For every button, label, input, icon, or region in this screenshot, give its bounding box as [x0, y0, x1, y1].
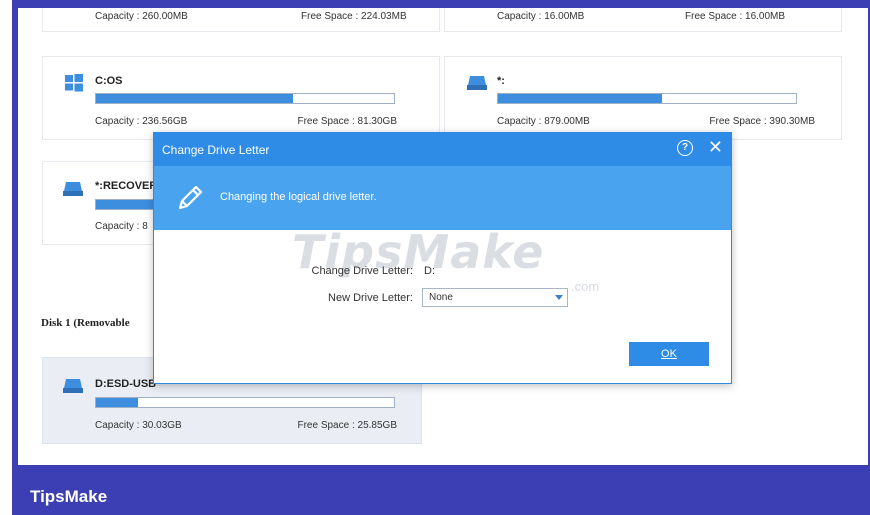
scroll-grip-icon[interactable]: ⋯: [562, 461, 571, 465]
help-icon[interactable]: ?: [677, 140, 693, 156]
partition-card-top-right[interactable]: Capacity : 16.00MB Free Space : 16.00MB: [444, 8, 842, 32]
change-drive-letter-dialog: Change Drive Letter ? ✕ Changing the log…: [153, 132, 732, 384]
capacity-text: Capacity : 260.00MB: [95, 11, 188, 22]
capacity-text: Capacity : 879.00MB: [497, 116, 590, 127]
dialog-titlebar[interactable]: Change Drive Letter ? ✕: [154, 133, 731, 166]
new-drive-letter-label: New Drive Letter:: [328, 292, 413, 304]
windows-icon: [65, 74, 83, 92]
partition-name: *:RECOVER: [95, 180, 158, 192]
new-drive-letter-select[interactable]: None: [422, 288, 568, 307]
drive-icon: [63, 379, 83, 393]
chevron-down-icon: [555, 295, 563, 300]
dialog-banner: Changing the logical drive letter.: [154, 166, 731, 230]
footer-brand: TipsMake: [30, 487, 108, 506]
capacity-text: Capacity : 16.00MB: [497, 11, 585, 22]
free-space-text: Free Space : 224.03MB: [301, 11, 407, 22]
close-icon[interactable]: ✕: [708, 138, 723, 156]
partition-card-top-left[interactable]: Capacity : 260.00MB Free Space : 224.03M…: [42, 8, 440, 32]
usage-bar: [95, 93, 395, 104]
footer-bar: [12, 475, 870, 515]
change-drive-letter-label: Change Drive Letter:: [311, 265, 414, 277]
usage-bar-fill: [498, 94, 662, 103]
drive-icon: [63, 182, 83, 196]
free-space-text: Free Space : 81.30GB: [297, 116, 397, 127]
partition-card-c-os[interactable]: C:OS Capacity : 236.56GB Free Space : 81…: [42, 56, 440, 140]
capacity-text: Capacity : 8: [95, 221, 148, 232]
drive-icon: [467, 76, 487, 90]
capacity-text: Capacity : 30.03GB: [95, 420, 182, 431]
usage-bar: [95, 397, 395, 408]
usage-bar-fill: [96, 398, 138, 407]
ok-button[interactable]: OK: [629, 342, 709, 366]
dialog-title: Change Drive Letter: [162, 143, 270, 157]
free-space-text: Free Space : 25.85GB: [297, 420, 397, 431]
current-drive-letter-value: D:: [424, 265, 435, 277]
partition-card-unlettered[interactable]: *: Capacity : 879.00MB Free Space : 390.…: [444, 56, 842, 140]
usage-bar: [497, 93, 797, 104]
partition-name: C:OS: [95, 75, 123, 87]
capacity-text: Capacity : 236.56GB: [95, 116, 188, 127]
usage-bar-fill: [96, 94, 293, 103]
pencil-icon: [178, 185, 203, 210]
free-space-text: Free Space : 390.30MB: [709, 116, 815, 127]
partition-name: D:ESD-USB: [95, 378, 157, 390]
banner-text: Changing the logical drive letter.: [220, 191, 377, 203]
disk-1-title: Disk 1 (Removable: [41, 317, 130, 329]
partition-name: *:: [497, 75, 505, 87]
watermark-sub: .com: [571, 279, 600, 294]
free-space-text: Free Space : 16.00MB: [685, 11, 786, 22]
selected-value: None: [429, 292, 453, 303]
